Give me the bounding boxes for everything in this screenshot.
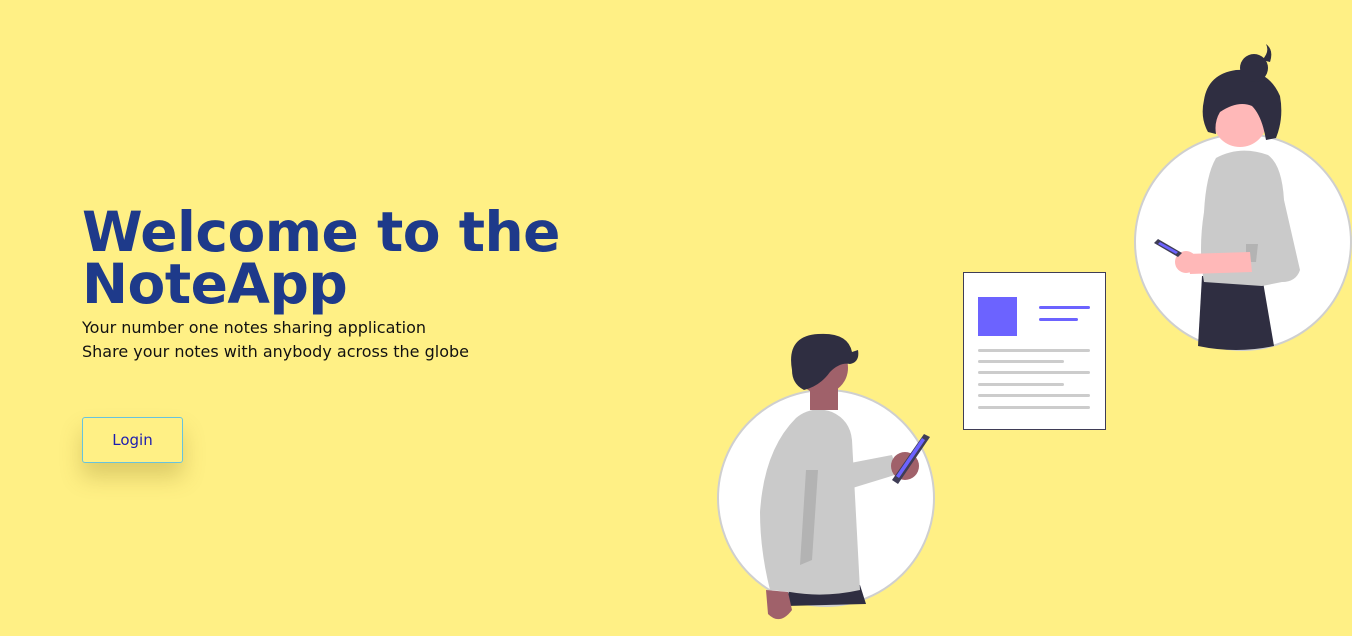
tagline: Your number one notes sharing applicatio… (82, 316, 602, 364)
people-sharing-notes-illustration (717, 44, 1352, 620)
woman-figure (1134, 44, 1352, 351)
note-card (963, 272, 1106, 430)
page-title: Welcome to the NoteApp (82, 200, 602, 316)
tagline-line-1: Your number one notes sharing applicatio… (82, 318, 427, 337)
title-line-2: NoteApp (82, 252, 348, 316)
tagline-line-2: Share your notes with anybody across the… (82, 342, 469, 361)
hero-section: Welcome to the NoteApp Your number one n… (82, 200, 602, 364)
title-line-1: Welcome to the (82, 200, 560, 264)
login-button[interactable]: Login (82, 417, 183, 463)
man-figure (717, 333, 935, 620)
